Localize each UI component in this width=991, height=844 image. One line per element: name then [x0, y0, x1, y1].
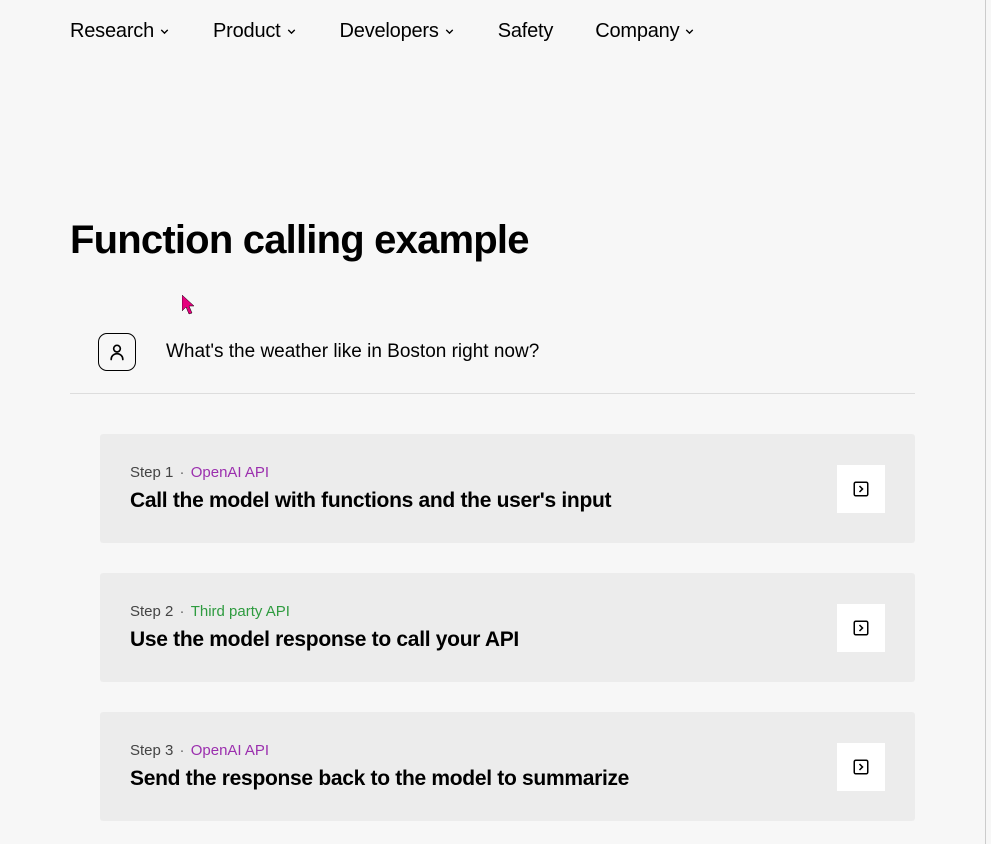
- nav-item-developers[interactable]: Developers: [340, 20, 456, 43]
- step-api-label: Third party API: [191, 603, 290, 620]
- expand-button[interactable]: [837, 604, 885, 652]
- nav-item-company[interactable]: Company: [595, 20, 696, 43]
- step-body: Step 3 · OpenAI API Send the response ba…: [130, 742, 629, 791]
- code-expand-icon: [852, 758, 870, 776]
- chevron-down-icon: [683, 25, 696, 38]
- step-title: Call the model with functions and the us…: [130, 489, 611, 513]
- user-message-row: What's the weather like in Boston right …: [70, 323, 915, 393]
- steps-container: Step 1 · OpenAI API Call the model with …: [70, 434, 915, 821]
- chevron-down-icon: [158, 25, 171, 38]
- top-nav: Research Product Developers Safety Compa…: [0, 0, 985, 63]
- nav-item-product[interactable]: Product: [213, 20, 298, 43]
- step-title: Use the model response to call your API: [130, 628, 519, 652]
- nav-item-research[interactable]: Research: [70, 20, 171, 43]
- step-card-3: Step 3 · OpenAI API Send the response ba…: [100, 712, 915, 821]
- step-api-label: OpenAI API: [191, 464, 269, 481]
- separator-dot: ·: [180, 603, 185, 620]
- user-icon: [98, 333, 136, 371]
- separator-dot: ·: [180, 464, 185, 481]
- page-title: Function calling example: [70, 218, 915, 263]
- step-meta: Step 1 · OpenAI API: [130, 464, 611, 481]
- step-number: Step 1: [130, 464, 173, 481]
- expand-button[interactable]: [837, 743, 885, 791]
- step-card-2: Step 2 · Third party API Use the model r…: [100, 573, 915, 682]
- step-card-1: Step 1 · OpenAI API Call the model with …: [100, 434, 915, 543]
- divider: [70, 393, 915, 394]
- step-body: Step 1 · OpenAI API Call the model with …: [130, 464, 611, 513]
- nav-item-safety[interactable]: Safety: [498, 20, 554, 43]
- step-body: Step 2 · Third party API Use the model r…: [130, 603, 519, 652]
- step-meta: Step 3 · OpenAI API: [130, 742, 629, 759]
- step-title: Send the response back to the model to s…: [130, 767, 629, 791]
- nav-label: Safety: [498, 20, 554, 43]
- chevron-down-icon: [285, 25, 298, 38]
- expand-button[interactable]: [837, 465, 885, 513]
- nav-label: Research: [70, 20, 154, 43]
- code-expand-icon: [852, 480, 870, 498]
- code-expand-icon: [852, 619, 870, 637]
- nav-label: Company: [595, 20, 679, 43]
- user-message-text: What's the weather like in Boston right …: [166, 341, 539, 363]
- nav-label: Product: [213, 20, 281, 43]
- step-api-label: OpenAI API: [191, 742, 269, 759]
- step-number: Step 3: [130, 742, 173, 759]
- separator-dot: ·: [180, 742, 185, 759]
- step-number: Step 2: [130, 603, 173, 620]
- chevron-down-icon: [443, 25, 456, 38]
- nav-label: Developers: [340, 20, 439, 43]
- step-meta: Step 2 · Third party API: [130, 603, 519, 620]
